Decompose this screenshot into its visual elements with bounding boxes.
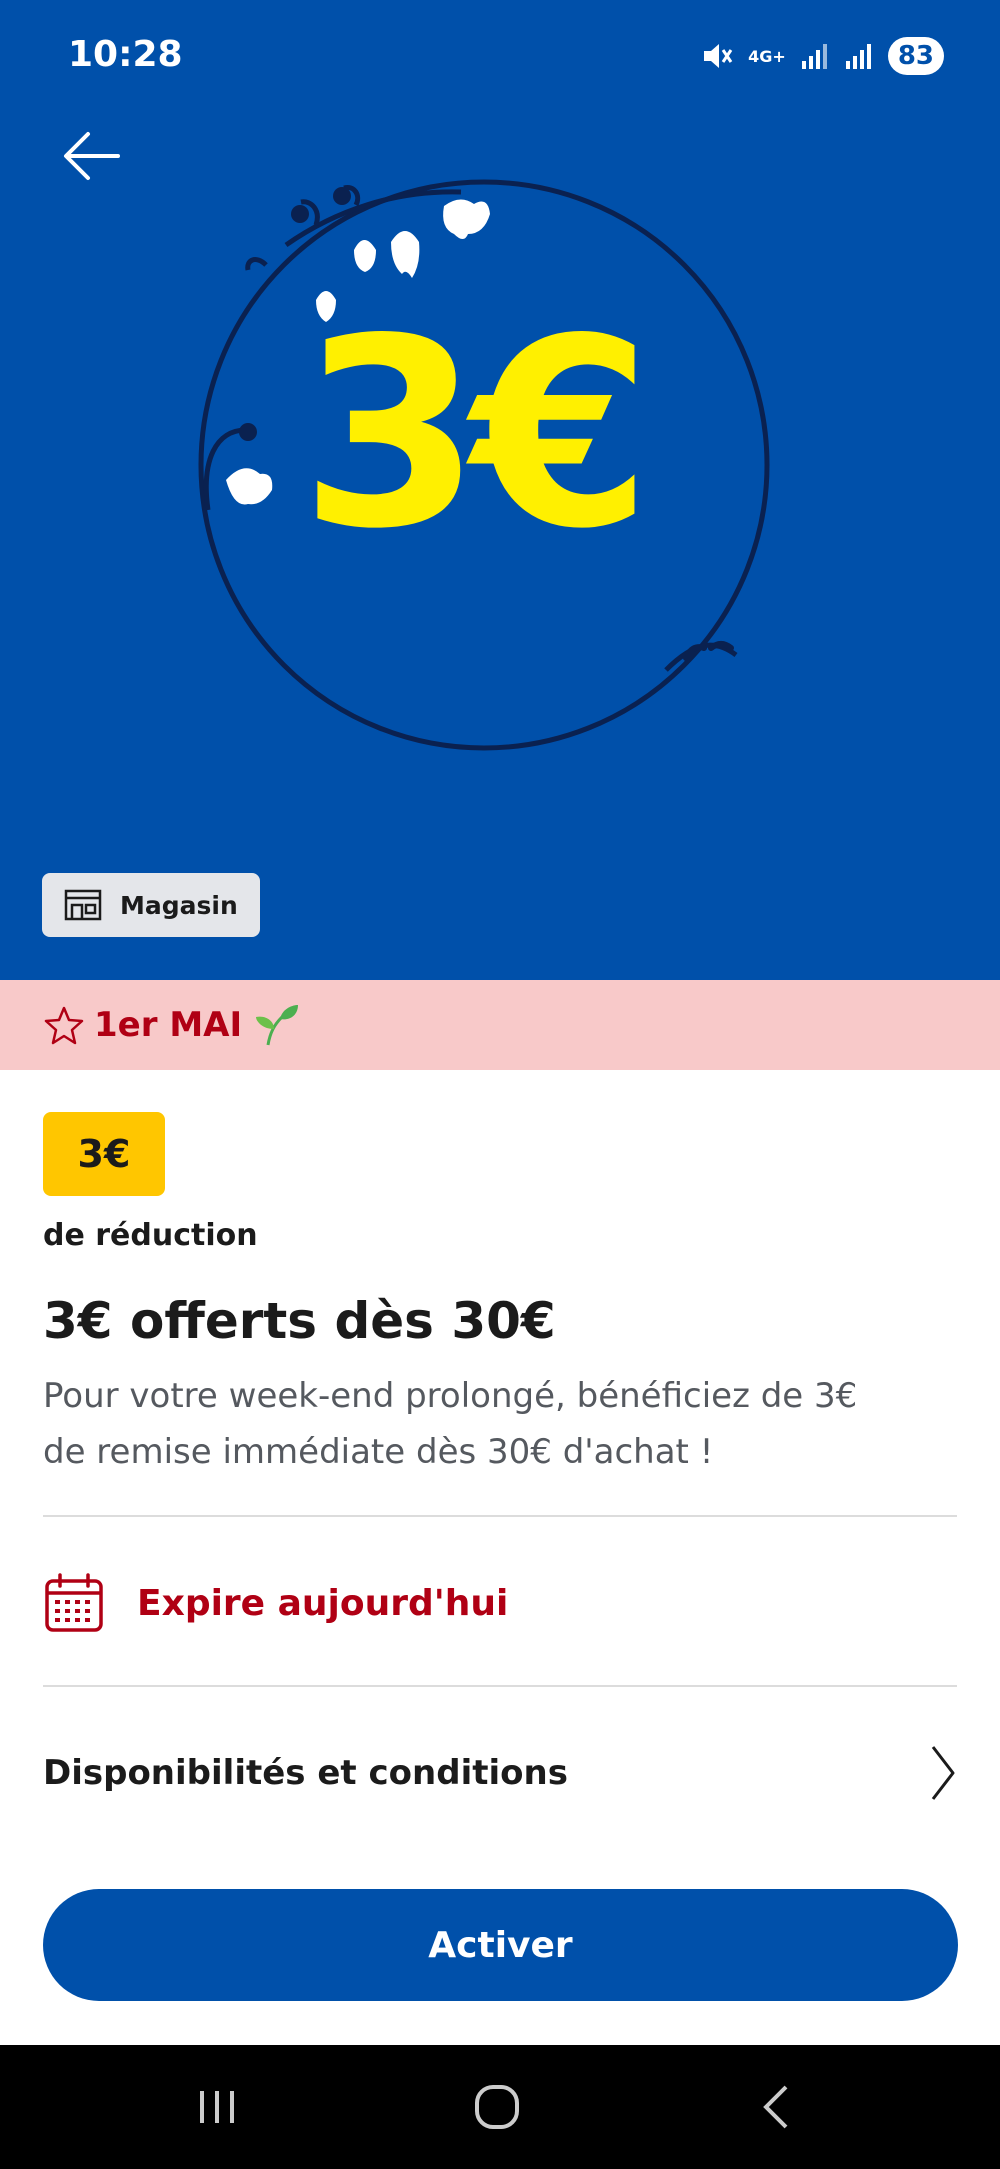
hero-banner: 10:28 4G+ 83 3€ Magasin bbox=[0, 0, 1000, 980]
status-time: 10:28 bbox=[68, 34, 183, 75]
signal-icon bbox=[845, 44, 871, 69]
offer-description-line: de remise immédiate dès 30€ d'achat ! bbox=[43, 1432, 714, 1472]
network-label: 4G+ bbox=[748, 46, 786, 66]
calendar-icon bbox=[45, 1573, 103, 1632]
star-icon bbox=[44, 1006, 84, 1045]
channel-label: Magasin bbox=[120, 890, 238, 920]
mute-icon bbox=[704, 44, 733, 68]
hero-amount: 3€ bbox=[300, 284, 652, 586]
store-icon bbox=[64, 889, 102, 921]
signal-icon bbox=[801, 44, 827, 69]
promo-ribbon: 1er MAI bbox=[0, 980, 1000, 1070]
ribbon-label: 1er MAI bbox=[94, 1005, 243, 1045]
discount-type: de réduction bbox=[43, 1218, 258, 1253]
status-bar: 10:28 4G+ 83 bbox=[0, 0, 1000, 110]
recents-icon[interactable] bbox=[182, 2075, 252, 2139]
system-nav-bar bbox=[0, 2045, 1000, 2169]
status-icons: 4G+ 83 bbox=[700, 34, 944, 78]
chevron-right-icon bbox=[931, 1746, 955, 1800]
home-icon[interactable] bbox=[462, 2075, 532, 2139]
expiry-row: Expire aujourd'hui bbox=[43, 1570, 508, 1636]
conditions-link[interactable]: Disponibilités et conditions bbox=[43, 1740, 957, 1806]
nav-back-icon[interactable] bbox=[742, 2075, 812, 2139]
offer-description-line: Pour votre week-end prolongé, bénéficiez… bbox=[43, 1376, 858, 1416]
activate-button[interactable]: Activer bbox=[43, 1889, 958, 2001]
divider bbox=[43, 1685, 957, 1687]
conditions-label: Disponibilités et conditions bbox=[43, 1753, 568, 1793]
expiry-label: Expire aujourd'hui bbox=[137, 1582, 509, 1624]
channel-badge: Magasin bbox=[42, 873, 260, 937]
back-arrow-icon[interactable] bbox=[56, 120, 128, 192]
price-badge: 3€ bbox=[43, 1112, 165, 1196]
sprout-icon bbox=[256, 1005, 299, 1046]
divider bbox=[43, 1515, 957, 1517]
offer-title: 3€ offerts dès 30€ bbox=[43, 1292, 556, 1350]
offer-detail-screen: 10:28 4G+ 83 3€ Magasin 1er MAI 3€ de ré… bbox=[0, 0, 1000, 2169]
battery-badge: 83 bbox=[887, 37, 944, 75]
offer-description: Pour votre week-end prolongé, bénéficiez… bbox=[43, 1368, 963, 1480]
